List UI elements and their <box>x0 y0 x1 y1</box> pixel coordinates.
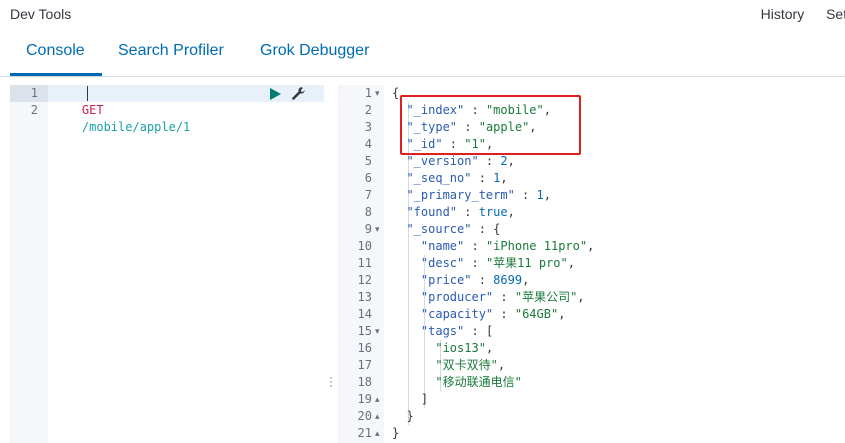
wrench-icon[interactable] <box>291 86 306 101</box>
request-method: GET <box>81 103 104 117</box>
line-number: 6 <box>364 171 372 185</box>
active-tab-indicator <box>10 73 102 76</box>
fold-toggle-icon[interactable]: ▾ <box>375 221 380 238</box>
line-number: 14 <box>357 307 372 321</box>
line-number: 20 <box>357 409 372 423</box>
fold-toggle-icon[interactable]: ▾ <box>375 85 380 102</box>
drag-handle-icon[interactable]: · · · <box>329 371 333 391</box>
fold-toggle-icon[interactable]: ▾ <box>375 323 380 340</box>
top-links: History Sett <box>743 6 845 22</box>
tab-console[interactable]: Console <box>26 42 85 60</box>
response-line: "ios13", <box>435 341 494 355</box>
text-caret <box>87 86 88 101</box>
fold-toggle-icon[interactable]: ▴ <box>375 425 380 442</box>
line-number: 21 <box>357 426 372 440</box>
response-line: } <box>392 426 400 440</box>
top-bar: Dev Tools History Sett <box>0 0 845 30</box>
play-icon[interactable] <box>268 87 282 101</box>
line-number: 13 <box>357 290 372 304</box>
line-number: 9 <box>364 222 372 236</box>
annotation-highlight-box <box>400 95 581 155</box>
line-number: 1 <box>30 86 38 100</box>
line-number: 5 <box>364 154 372 168</box>
response-line: ] <box>420 392 429 406</box>
response-line: "desc" : "苹果11 pro", <box>420 256 575 270</box>
app-title: Dev Tools <box>10 6 72 22</box>
response-line: "_seq_no" : 1, <box>406 171 508 185</box>
tab-search-profiler[interactable]: Search Profiler <box>118 42 224 60</box>
response-line: "双卡双待", <box>435 358 506 372</box>
response-line: "name" : "iPhone 11pro", <box>420 239 595 253</box>
request-path: /mobile/apple/1 <box>81 120 191 134</box>
line-number: 12 <box>357 273 372 287</box>
line-number: 2 <box>364 103 372 117</box>
line-number: 2 <box>30 103 38 117</box>
response-line: "producer" : "苹果公司", <box>420 290 585 304</box>
line-number: 15 <box>357 324 372 338</box>
line-number: 7 <box>364 188 372 202</box>
response-line: "_version" : 2, <box>406 154 515 168</box>
response-line: "tags" : [ <box>420 324 494 338</box>
line-number: 4 <box>364 137 372 151</box>
response-line: "_source" : { <box>406 222 501 236</box>
tab-grok-debugger[interactable]: Grok Debugger <box>260 42 369 60</box>
pane-splitter[interactable]: · · · <box>325 85 337 443</box>
fold-toggle-icon[interactable]: ▴ <box>375 391 380 408</box>
fold-toggle-icon[interactable]: ▴ <box>375 408 380 425</box>
tab-bar: Console Search Profiler Grok Debugger <box>0 38 845 77</box>
response-line: "price" : 8699, <box>420 273 530 287</box>
request-gutter <box>10 85 48 443</box>
line-number: 17 <box>357 358 372 372</box>
line-number: 19 <box>357 392 372 406</box>
line-number: 18 <box>357 375 372 389</box>
response-line: "_primary_term" : 1, <box>406 188 551 202</box>
response-line: } <box>406 409 414 423</box>
response-line: { <box>392 86 400 100</box>
line-number: 1 <box>364 86 372 100</box>
line-number: 16 <box>357 341 372 355</box>
response-line: "移动联通电信" <box>435 375 522 389</box>
settings-link[interactable]: Sett <box>826 6 845 22</box>
history-link[interactable]: History <box>761 6 805 22</box>
line-number: 10 <box>357 239 372 253</box>
line-number: 8 <box>364 205 372 219</box>
request-line[interactable]: GET /mobile/apple/1 <box>53 85 190 134</box>
response-line: "capacity" : "64GB", <box>420 307 566 321</box>
line-number: 3 <box>364 120 372 134</box>
response-line: "found" : true, <box>406 205 515 219</box>
line-number: 11 <box>357 256 372 270</box>
request-editor[interactable]: 1 2 GET /mobile/apple/1 <box>10 85 324 443</box>
